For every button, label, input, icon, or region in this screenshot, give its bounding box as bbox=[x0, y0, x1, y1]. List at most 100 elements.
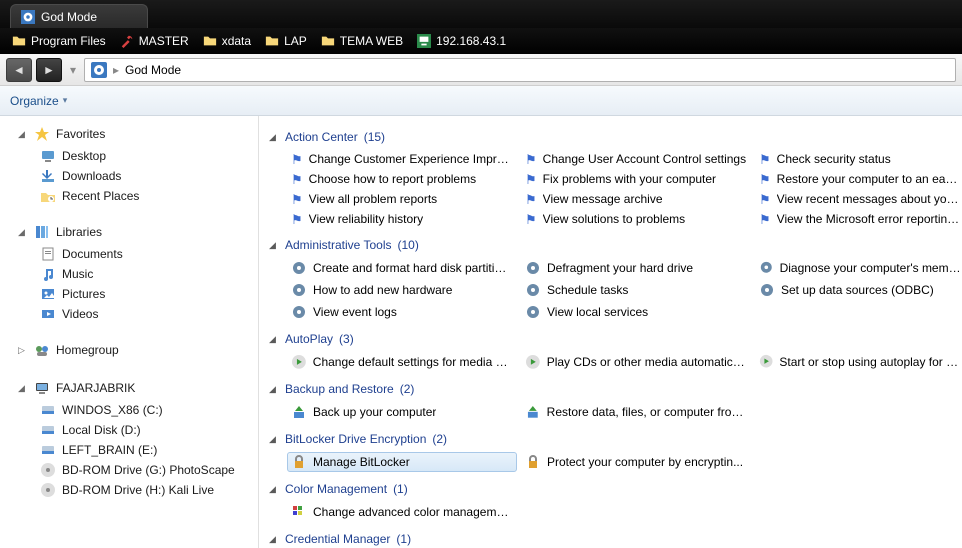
star-icon bbox=[34, 126, 50, 142]
task-item[interactable]: ⚑View message archive bbox=[521, 190, 751, 208]
bookmark-master[interactable]: MASTER bbox=[120, 34, 189, 48]
task-item[interactable]: ⚑View solutions to problems bbox=[521, 210, 751, 228]
flag-icon: ⚑ bbox=[525, 173, 537, 186]
task-item[interactable]: Restore data, files, or computer from... bbox=[521, 402, 751, 422]
flag-icon: ⚑ bbox=[525, 193, 537, 206]
drive-icon bbox=[40, 422, 56, 438]
task-item[interactable]: ⚑Choose how to report problems bbox=[287, 170, 517, 188]
task-item[interactable]: ⚑View all problem reports bbox=[287, 190, 517, 208]
play-icon bbox=[759, 354, 773, 370]
task-item[interactable]: ⚑Change User Account Control settings bbox=[521, 150, 751, 168]
forward-button[interactable]: ► bbox=[36, 58, 62, 82]
gear-icon bbox=[759, 260, 774, 276]
computer-header[interactable]: ◢FAJARJABRIK bbox=[0, 376, 258, 400]
category-administrative-tools: ◢ Administrative Tools (10) Create and f… bbox=[269, 236, 952, 324]
explorer-toolbar: Organize bbox=[0, 86, 962, 116]
nav-drive[interactable]: WINDOS_X86 (C:) bbox=[0, 400, 258, 420]
address-bar[interactable]: ▸ God Mode bbox=[84, 58, 956, 82]
tab-title: God Mode bbox=[41, 10, 97, 24]
nav-item-recent-places[interactable]: Recent Places bbox=[0, 186, 258, 206]
libraries-header[interactable]: ◢Libraries bbox=[0, 220, 258, 244]
organize-menu[interactable]: Organize bbox=[10, 94, 67, 108]
task-item[interactable]: ⚑Fix problems with your computer bbox=[521, 170, 751, 188]
task-item[interactable]: Change advanced color manageme... bbox=[287, 502, 517, 522]
task-item[interactable]: ⚑Change Customer Experience Impro... bbox=[287, 150, 517, 168]
gear-icon bbox=[759, 282, 775, 298]
nav-icon bbox=[40, 306, 56, 322]
gear-icon bbox=[525, 260, 541, 276]
nav-icon bbox=[40, 188, 56, 204]
category-header[interactable]: ◢ AutoPlay (3) bbox=[269, 330, 952, 348]
nav-item-pictures[interactable]: Pictures bbox=[0, 284, 258, 304]
task-item[interactable]: How to add new hardware bbox=[287, 280, 517, 300]
godmode-folder-icon bbox=[91, 62, 107, 78]
bookmarks-bar: Program Files MASTER xdata LAP TEMA WEB … bbox=[0, 28, 962, 54]
gear-icon bbox=[291, 260, 307, 276]
nav-drive[interactable]: BD-ROM Drive (G:) PhotoScape bbox=[0, 460, 258, 480]
nav-item-videos[interactable]: Videos bbox=[0, 304, 258, 324]
task-item[interactable]: ⚑View reliability history bbox=[287, 210, 517, 228]
collapse-icon: ◢ bbox=[269, 334, 279, 345]
bookmark-tema-web[interactable]: TEMA WEB bbox=[321, 34, 403, 48]
libraries-icon bbox=[34, 224, 50, 240]
category-header[interactable]: ◢ Color Management (1) bbox=[269, 480, 952, 498]
collapse-icon: ◢ bbox=[18, 227, 28, 238]
collapse-icon: ◢ bbox=[269, 240, 279, 251]
category-header[interactable]: ◢ Action Center (15) bbox=[269, 128, 952, 146]
gear-icon bbox=[291, 282, 307, 298]
nav-item-documents[interactable]: Documents bbox=[0, 244, 258, 264]
task-item[interactable]: ⚑View the Microsoft error reporting pr..… bbox=[755, 210, 962, 228]
flag-icon: ⚑ bbox=[759, 173, 771, 186]
flag-icon: ⚑ bbox=[525, 213, 537, 226]
drive-icon bbox=[40, 442, 56, 458]
task-item[interactable]: Protect your computer by encryptin... bbox=[521, 452, 751, 472]
task-item[interactable]: Play CDs or other media automatically bbox=[521, 352, 751, 372]
category-header[interactable]: ◢ Backup and Restore (2) bbox=[269, 380, 952, 398]
task-item[interactable]: Manage BitLocker bbox=[287, 452, 517, 472]
history-dropdown[interactable]: ▾ bbox=[66, 58, 80, 82]
homegroup-header[interactable]: ▷Homegroup bbox=[0, 338, 258, 362]
nav-item-desktop[interactable]: Desktop bbox=[0, 146, 258, 166]
task-item[interactable]: View event logs bbox=[287, 302, 517, 322]
nav-drive[interactable]: Local Disk (D:) bbox=[0, 420, 258, 440]
task-item[interactable]: ⚑Check security status bbox=[755, 150, 962, 168]
bookmark-lap[interactable]: LAP bbox=[265, 34, 307, 48]
task-item[interactable]: Set up data sources (ODBC) bbox=[755, 280, 962, 300]
nav-icon bbox=[40, 246, 56, 262]
nav-icon bbox=[40, 148, 56, 164]
bookmark-ip[interactable]: 192.168.43.1 bbox=[417, 34, 506, 48]
task-item[interactable]: Defragment your hard drive bbox=[521, 258, 751, 278]
category-header[interactable]: ◢ BitLocker Drive Encryption (2) bbox=[269, 430, 952, 448]
task-item[interactable]: ⚑Restore your computer to an earlier t..… bbox=[755, 170, 962, 188]
navigation-pane: ◢Favorites DesktopDownloadsRecent Places… bbox=[0, 116, 259, 548]
flag-icon: ⚑ bbox=[525, 153, 537, 166]
drive-icon bbox=[40, 402, 56, 418]
nav-drive[interactable]: BD-ROM Drive (H:) Kali Live bbox=[0, 480, 258, 500]
folder-icon bbox=[12, 34, 26, 48]
task-item[interactable]: Start or stop using autoplay for all m..… bbox=[755, 352, 962, 372]
task-item[interactable]: Create and format hard disk partitions bbox=[287, 258, 517, 278]
task-item[interactable]: Back up your computer bbox=[287, 402, 517, 422]
nav-drive[interactable]: LEFT_BRAIN (E:) bbox=[0, 440, 258, 460]
bookmark-program-files[interactable]: Program Files bbox=[12, 34, 106, 48]
task-item[interactable]: Diagnose your computer's memory ... bbox=[755, 258, 962, 278]
task-item[interactable]: ⚑View recent messages about your co... bbox=[755, 190, 962, 208]
task-item[interactable]: Schedule tasks bbox=[521, 280, 751, 300]
back-button[interactable]: ◄ bbox=[6, 58, 32, 82]
network-icon bbox=[417, 34, 431, 48]
category-header[interactable]: ◢ Credential Manager (1) bbox=[269, 530, 952, 548]
category-bitlocker-drive-encryption: ◢ BitLocker Drive Encryption (2) Manage … bbox=[269, 430, 952, 474]
category-header[interactable]: ◢ Administrative Tools (10) bbox=[269, 236, 952, 254]
collapse-icon: ◢ bbox=[269, 534, 279, 545]
nav-icon bbox=[40, 286, 56, 302]
favorites-header[interactable]: ◢Favorites bbox=[0, 122, 258, 146]
bookmark-xdata[interactable]: xdata bbox=[203, 34, 251, 48]
browser-tab[interactable]: God Mode bbox=[10, 4, 148, 28]
task-item[interactable]: Change default settings for media or... bbox=[287, 352, 517, 372]
nav-item-downloads[interactable]: Downloads bbox=[0, 166, 258, 186]
browser-tab-strip: God Mode bbox=[0, 0, 962, 28]
task-item[interactable]: View local services bbox=[521, 302, 751, 322]
computer-icon bbox=[34, 380, 50, 396]
gear-icon bbox=[525, 282, 541, 298]
nav-item-music[interactable]: Music bbox=[0, 264, 258, 284]
